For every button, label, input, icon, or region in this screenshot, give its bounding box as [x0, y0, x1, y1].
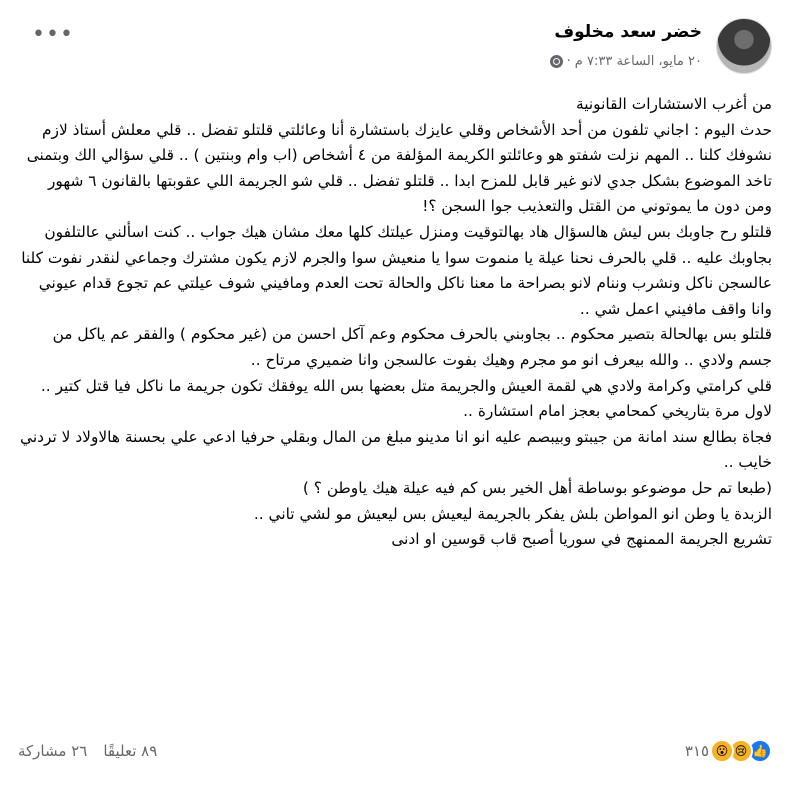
post-paragraph: (طبعا تم حل موضوعو بوساطة أهل الخير بس ك… [302, 478, 772, 497]
post-timestamp[interactable]: ٢٠ مايو، الساعة ٧:٣٣ م [575, 54, 702, 69]
post-paragraph: لاول مرة بتاريخي كمحامي بعجز امام استشار… [463, 402, 772, 421]
post-body: من أغرب الاستشارات القانونية حدث اليوم :… [18, 92, 772, 553]
post-paragraph: قلتلو بس بهالحالة بتصير محكوم .. بجاوبني… [52, 325, 772, 369]
author-avatar[interactable] [716, 18, 772, 74]
post-footer: 👍 😢 😮 ٣١٥ ٨٩ تعليقًا ٢٦ مشاركة [18, 736, 772, 766]
post-paragraph: الزبدة يا وطن انو المواطن بلش يفكر بالجر… [253, 504, 772, 523]
more-options-icon[interactable]: ••• [32, 22, 74, 47]
wow-icon: 😮 [710, 739, 734, 763]
engagement-stats: ٨٩ تعليقًا ٢٦ مشاركة [18, 742, 157, 760]
post-header: خضر سعد مخلوف ٢٠ مايو، الساعة ٧:٣٣ م · •… [0, 14, 786, 82]
reaction-icons: 👍 😢 😮 [710, 739, 772, 763]
post-paragraph: حدث اليوم : اجاني تلفون من أحد الأشخاص و… [26, 120, 772, 216]
facebook-post: خضر سعد مخلوف ٢٠ مايو، الساعة ٧:٣٣ م · •… [0, 0, 786, 785]
shares-count[interactable]: ٢٦ مشاركة [18, 742, 87, 760]
post-paragraph: قلتلو رح جاوبك بس ليش هالسؤال هاد بهالتو… [21, 222, 772, 318]
post-paragraph: تشريع الجريمة الممنهج في سوريا أصبح قاب … [391, 530, 772, 549]
reaction-count[interactable]: ٣١٥ [685, 742, 709, 760]
post-paragraph: من أغرب الاستشارات القانونية [575, 95, 772, 113]
reactions-summary[interactable]: 👍 😢 😮 ٣١٥ [685, 739, 772, 763]
post-meta: ٢٠ مايو، الساعة ٧:٣٣ م · [549, 54, 702, 69]
globe-icon[interactable] [549, 55, 563, 68]
post-paragraph: قلي كرامتي وكرامة ولادي هي لقمة العيش وا… [40, 376, 772, 395]
comments-count[interactable]: ٨٩ تعليقًا [103, 742, 157, 760]
meta-separator: · [566, 54, 571, 69]
post-paragraph: فجاة بطالع سند امانة من جيبتو وبيبصم علي… [20, 427, 772, 472]
author-name[interactable]: خضر سعد مخلوف [554, 22, 702, 42]
